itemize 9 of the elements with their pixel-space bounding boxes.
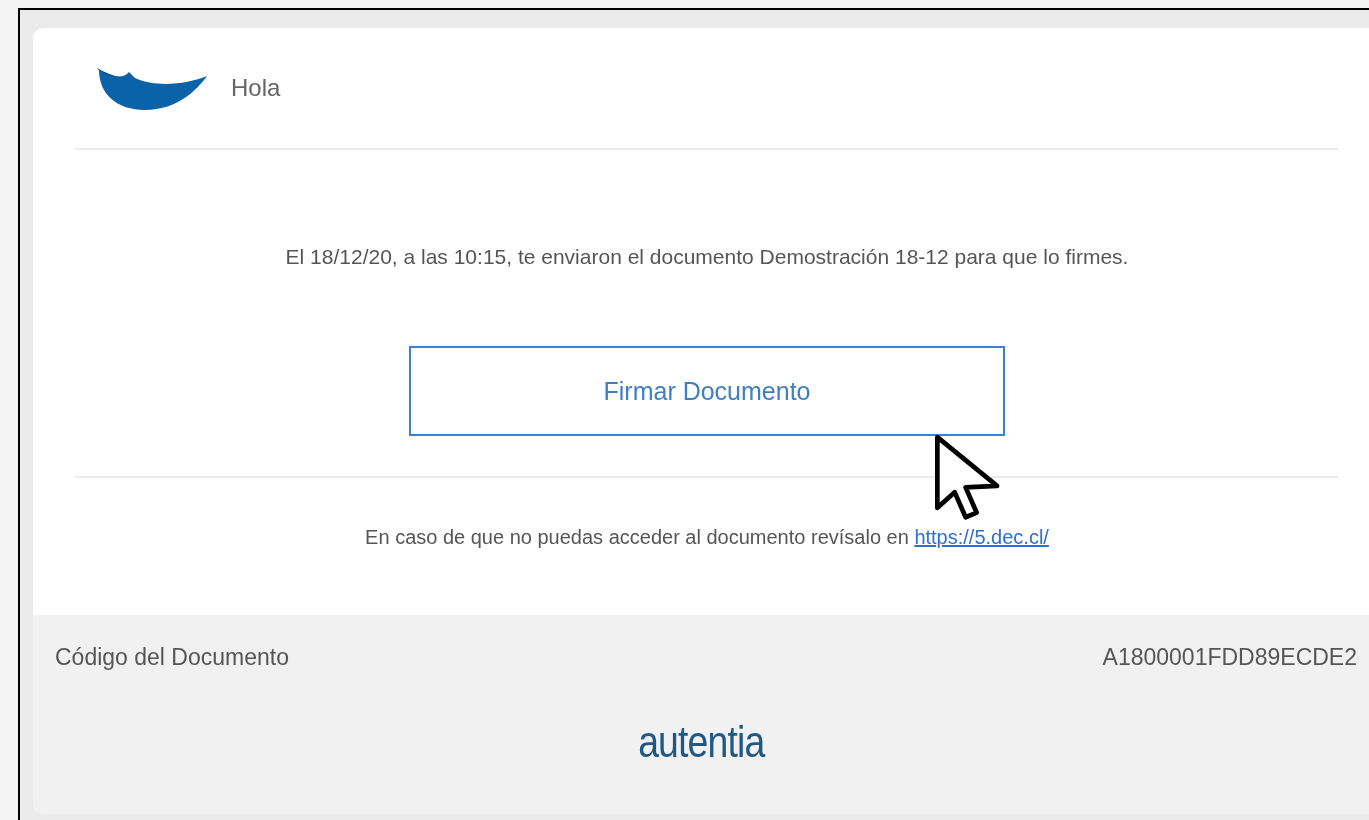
message-text: El 18/12/20, a las 10:15, te enviaron el documento Demostración 18-12 para que lo firmes. [285, 245, 1129, 269]
code-label: Código del Documento [55, 643, 289, 671]
sign-document-button[interactable]: Firmar Documento [409, 346, 1005, 436]
document-link[interactable]: https://5.dec.cl/ [914, 526, 1049, 548]
fallback-text: En caso de que no puedas acceder al documento revísalo en https://5.dec.cl/ [365, 526, 1049, 549]
brand-logo: autentia [637, 717, 765, 767]
code-value: A1800001FDD89ECDE2 [1102, 643, 1357, 671]
pointer-cursor-icon [934, 434, 1002, 522]
greeting: Hola [231, 74, 281, 102]
